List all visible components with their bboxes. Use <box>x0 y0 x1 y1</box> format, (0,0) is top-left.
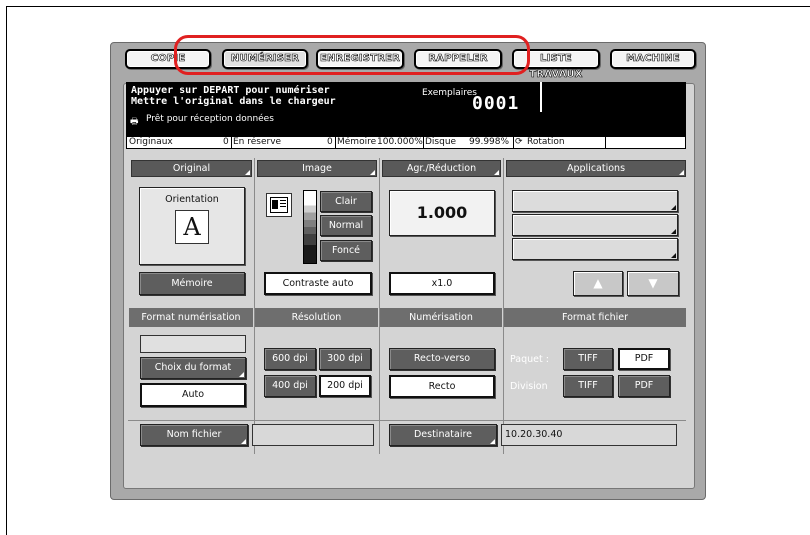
section-resolution: Résolution <box>255 308 378 327</box>
auto-format-button[interactable]: Auto <box>140 383 246 407</box>
choose-format-button[interactable]: Choix du format <box>140 357 246 379</box>
recipient-field[interactable]: 10.20.30.40 <box>501 424 677 446</box>
section-file-format: Format fichier <box>504 308 686 327</box>
application-slot-1[interactable] <box>512 190 678 212</box>
divider <box>379 158 380 454</box>
filename-button-label: Nom fichier <box>166 429 222 440</box>
resolution-300-button[interactable]: 300 dpi <box>319 348 371 370</box>
copies-label: Exemplaires <box>422 88 477 98</box>
division-label: Division <box>510 381 548 392</box>
section-original[interactable]: Original <box>131 160 252 177</box>
status-line-3: Prêt pour réception données <box>146 114 274 124</box>
light-button[interactable]: Clair <box>320 191 372 212</box>
section-zoom-label: Agr./Réduction <box>406 163 477 174</box>
filename-button[interactable]: Nom fichier <box>140 424 248 446</box>
status-display: Appuyer sur DEPART pour numériser Mettre… <box>126 82 686 136</box>
simplex-button[interactable]: Recto <box>389 375 495 398</box>
density-scale <box>303 190 317 264</box>
originals-value: 0 <box>223 137 229 147</box>
status-line-1: Appuyer sur DEPART pour numériser <box>131 85 330 96</box>
scroll-down-button[interactable]: ▼ <box>627 271 679 296</box>
application-slot-2[interactable] <box>512 214 678 236</box>
reserve-value: 0 <box>327 137 333 147</box>
zoom-value-button[interactable]: 1.000 <box>389 190 495 236</box>
filename-field[interactable] <box>252 424 374 446</box>
orientation-button[interactable]: Orientation A <box>139 187 245 265</box>
duplex-button[interactable]: Recto-verso <box>389 348 495 370</box>
recipient-button[interactable]: Destinataire <box>389 424 497 446</box>
scroll-up-button[interactable]: ▲ <box>573 271 623 296</box>
copies-value: 0001 <box>472 93 520 114</box>
division-tiff-button[interactable]: TIFF <box>563 375 613 397</box>
section-image[interactable]: Image <box>257 160 377 177</box>
originals-label: Originaux <box>129 137 173 147</box>
status-line-2: Mettre l'original dans le chargeur <box>131 96 336 107</box>
format-display <box>140 335 246 353</box>
batch-tiff-button[interactable]: TIFF <box>563 348 613 370</box>
info-bar: Originaux 0 En réserve 0 Mémoire 100.000… <box>126 136 686 149</box>
divider <box>254 158 255 454</box>
resolution-600-button[interactable]: 600 dpi <box>264 348 316 370</box>
disk-label: Disque <box>425 137 457 147</box>
zoom-x1-button[interactable]: x1.0 <box>389 272 495 295</box>
printer-icon: 🖶 <box>130 117 139 127</box>
normal-button[interactable]: Normal <box>320 215 372 236</box>
section-image-label: Image <box>302 163 332 174</box>
memory-button[interactable]: Mémoire <box>139 272 245 295</box>
divider <box>128 420 686 421</box>
resolution-400-button[interactable]: 400 dpi <box>264 375 316 397</box>
section-applications-label: Applications <box>566 163 626 174</box>
recipient-button-label: Destinataire <box>413 429 473 440</box>
status-separator <box>540 82 542 112</box>
dark-button[interactable]: Foncé <box>320 240 372 261</box>
image-type-icon <box>266 193 292 217</box>
section-scanning: Numérisation <box>380 308 502 327</box>
section-zoom[interactable]: Agr./Réduction <box>382 160 501 177</box>
rotation-icon: ⟳ <box>515 137 523 147</box>
divider <box>503 158 504 454</box>
tab-machine[interactable]: MACHINE <box>610 49 696 69</box>
orientation-label: Orientation <box>165 194 219 205</box>
section-scan-format: Format numérisation <box>129 308 253 327</box>
highlight-ellipse <box>174 35 530 75</box>
disk-value: 99.998% <box>469 137 510 147</box>
batch-label: Paquet : <box>510 354 549 365</box>
orientation-icon: A <box>175 210 209 244</box>
memory-value: 100.000% <box>377 137 423 147</box>
rotation-label: Rotation <box>527 137 565 147</box>
orientation-letter: A <box>183 213 201 241</box>
auto-contrast-button[interactable]: Contraste auto <box>264 272 372 295</box>
section-original-label: Original <box>172 163 211 174</box>
reserve-label: En réserve <box>233 137 282 147</box>
resolution-200-button[interactable]: 200 dpi <box>319 375 371 397</box>
memory-label: Mémoire <box>337 137 377 147</box>
section-applications[interactable]: Applications <box>506 160 686 177</box>
application-slot-3[interactable] <box>512 238 678 260</box>
batch-pdf-button[interactable]: PDF <box>618 348 670 370</box>
division-pdf-button[interactable]: PDF <box>618 375 670 397</box>
choose-format-label: Choix du format <box>154 362 232 373</box>
